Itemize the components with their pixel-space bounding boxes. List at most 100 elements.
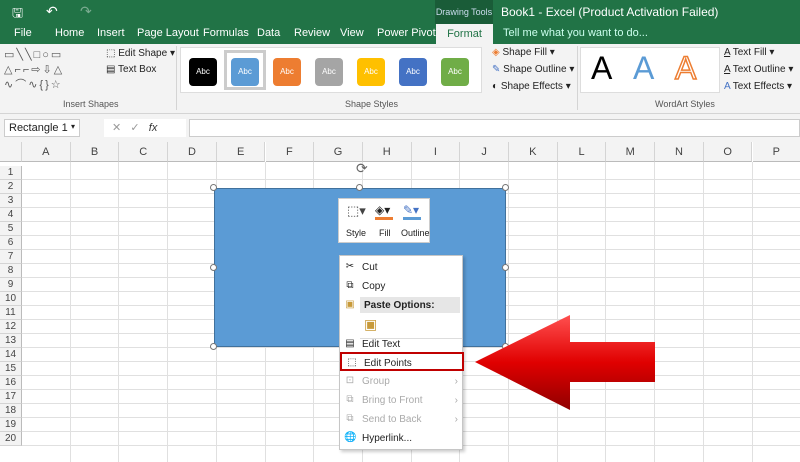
bring-front-icon: ⧉: [344, 394, 356, 406]
column-header[interactable]: E: [217, 142, 266, 162]
row-header[interactable]: 8: [0, 264, 22, 278]
cancel-icon[interactable]: ✕: [112, 122, 121, 134]
menu-item-send-to-back[interactable]: ⧉Send to Back›: [340, 410, 464, 429]
tab-formulas[interactable]: Formulas: [203, 27, 249, 39]
resize-handle[interactable]: [502, 264, 509, 271]
text-box-button[interactable]: ▤ Text Box: [106, 64, 156, 75]
style-swatch[interactable]: Abc: [357, 58, 385, 86]
formula-input[interactable]: [189, 119, 800, 137]
wordart-style[interactable]: A: [591, 50, 612, 87]
tab-data[interactable]: Data: [257, 27, 280, 39]
shape-fill-button[interactable]: ◈ Shape Fill ▾: [492, 47, 555, 58]
row-header[interactable]: 5: [0, 222, 22, 236]
row-header[interactable]: 18: [0, 404, 22, 418]
style-swatch[interactable]: Abc: [273, 58, 301, 86]
row-header[interactable]: 16: [0, 376, 22, 390]
row-header[interactable]: 6: [0, 236, 22, 250]
row-header[interactable]: 2: [0, 180, 22, 194]
shape-styles-gallery[interactable]: Abc Abc Abc Abc Abc Abc Abc: [180, 47, 482, 93]
column-header[interactable]: G: [314, 142, 363, 162]
insert-function-icon[interactable]: fx: [149, 122, 158, 134]
shapes-gallery[interactable]: ▭╲╲□○▭△⌐⌐⇨⇩△∿⌒∿{}☆: [4, 48, 92, 92]
tell-me-input[interactable]: Tell me what you want to do...: [503, 27, 648, 39]
fill-icon[interactable]: ◈▾: [375, 203, 393, 220]
column-header[interactable]: B: [71, 142, 120, 162]
resize-handle[interactable]: [210, 264, 217, 271]
row-header[interactable]: 10: [0, 292, 22, 306]
menu-item-hyperlink[interactable]: 🌐Hyperlink...: [340, 429, 464, 448]
column-header[interactable]: C: [119, 142, 168, 162]
outline-icon[interactable]: ✎▾: [403, 203, 421, 220]
column-header[interactable]: K: [509, 142, 558, 162]
menu-item-group[interactable]: ⊡Group›: [340, 372, 464, 391]
row-header[interactable]: 3: [0, 194, 22, 208]
style-swatch[interactable]: Abc: [231, 58, 259, 86]
column-header[interactable]: F: [266, 142, 315, 162]
column-header[interactable]: J: [460, 142, 509, 162]
tab-file[interactable]: File: [14, 27, 32, 39]
text-outline-button[interactable]: A Text Outline ▾: [724, 64, 793, 75]
paste-icon[interactable]: ▣: [364, 316, 377, 333]
wordart-style[interactable]: A: [633, 50, 654, 87]
column-header[interactable]: A: [22, 142, 71, 162]
tab-view[interactable]: View: [340, 27, 364, 39]
tab-power-pivot[interactable]: Power Pivot: [377, 27, 436, 39]
resize-handle[interactable]: [502, 184, 509, 191]
redo-icon[interactable]: ↷: [80, 3, 92, 20]
rotate-handle-icon[interactable]: ⟳: [356, 160, 368, 177]
edit-shape-button[interactable]: ⬚ Edit Shape ▾: [106, 48, 175, 59]
row-header[interactable]: 4: [0, 208, 22, 222]
tab-review[interactable]: Review: [294, 27, 330, 39]
enter-icon[interactable]: ✓: [130, 122, 139, 134]
resize-handle[interactable]: [356, 184, 363, 191]
tab-home[interactable]: Home: [55, 27, 84, 39]
tab-insert[interactable]: Insert: [97, 27, 125, 39]
row-header[interactable]: 15: [0, 362, 22, 376]
save-icon[interactable]: 🖫: [12, 4, 23, 26]
row-header[interactable]: 20: [0, 432, 22, 446]
menu-item-cut[interactable]: ✂Cut: [340, 258, 464, 277]
style-swatch[interactable]: Abc: [189, 58, 217, 86]
text-effects-button[interactable]: A Text Effects ▾: [724, 81, 792, 92]
wordart-style[interactable]: A: [675, 50, 696, 87]
column-header[interactable]: D: [168, 142, 217, 162]
row-header[interactable]: 17: [0, 390, 22, 404]
shape-outline-button[interactable]: ✎ Shape Outline ▾: [492, 64, 574, 75]
text-fill-button[interactable]: A Text Fill ▾: [724, 47, 774, 58]
menu-item-bring-to-front[interactable]: ⧉Bring to Front›: [340, 391, 464, 410]
shape-effects-button[interactable]: ◐ Shape Effects ▾: [492, 81, 571, 92]
row-header[interactable]: 1: [0, 166, 22, 180]
column-header[interactable]: N: [655, 142, 704, 162]
column-header[interactable]: L: [558, 142, 607, 162]
wordart-gallery[interactable]: A A A: [580, 47, 720, 93]
fill-button[interactable]: Fill: [379, 228, 391, 238]
row-header[interactable]: 13: [0, 334, 22, 348]
row-header[interactable]: 7: [0, 250, 22, 264]
column-header[interactable]: M: [606, 142, 655, 162]
style-swatch[interactable]: Abc: [441, 58, 469, 86]
tab-page-layout[interactable]: Page Layout: [137, 27, 199, 39]
style-swatch[interactable]: Abc: [315, 58, 343, 86]
column-header[interactable]: O: [704, 142, 753, 162]
row-header[interactable]: 12: [0, 320, 22, 334]
style-icon[interactable]: ⬚▾: [347, 203, 366, 219]
column-header[interactable]: H: [363, 142, 412, 162]
menu-item-copy[interactable]: ⧉Copy: [340, 277, 464, 296]
menu-item-edit-points[interactable]: ⬚Edit Points: [340, 352, 464, 371]
hyperlink-label: Hyperlink...: [362, 429, 412, 448]
resize-handle[interactable]: [210, 184, 217, 191]
row-header[interactable]: 11: [0, 306, 22, 320]
row-header[interactable]: 19: [0, 418, 22, 432]
row-header[interactable]: 9: [0, 278, 22, 292]
resize-handle[interactable]: [210, 343, 217, 350]
style-swatch[interactable]: Abc: [399, 58, 427, 86]
outline-button[interactable]: Outline: [401, 228, 430, 238]
name-box[interactable]: Rectangle 1 ▾: [4, 119, 80, 137]
tab-format[interactable]: Format: [436, 24, 493, 44]
undo-icon[interactable]: ↶: [46, 3, 58, 20]
select-all-corner[interactable]: [0, 142, 22, 162]
style-button[interactable]: Style: [346, 228, 366, 238]
column-header[interactable]: I: [412, 142, 461, 162]
column-header[interactable]: P: [753, 142, 800, 162]
row-header[interactable]: 14: [0, 348, 22, 362]
